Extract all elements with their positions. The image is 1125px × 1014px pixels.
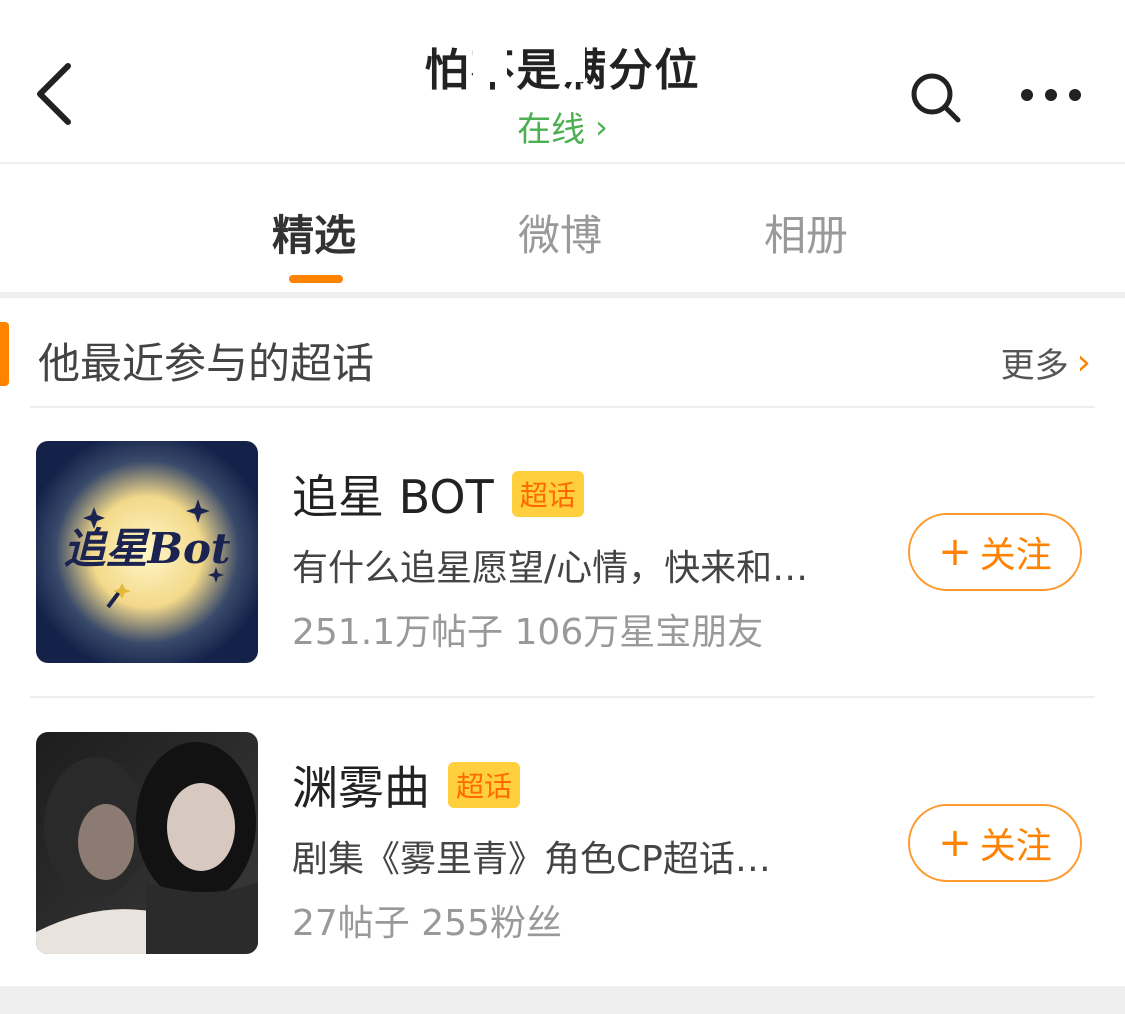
topic-description: 剧集《雾里青》角色CP超话… <box>292 839 771 880</box>
section-title: 他最近参与的超话 <box>38 339 375 388</box>
online-status[interactable]: 在线 › <box>517 102 608 151</box>
topic-stats: 27帖子 255粉丝 <box>292 903 562 944</box>
active-tab-indicator <box>289 275 343 283</box>
thumb-text: 追星Bot <box>64 524 231 573</box>
topic-name-label: 渊雾曲 <box>292 761 430 815</box>
topic-stats: 251.1万帖子 106万星宝朋友 <box>292 612 764 653</box>
chevron-right-icon: › <box>595 107 608 146</box>
back-icon[interactable] <box>28 58 84 130</box>
section-accent-bar <box>0 322 9 386</box>
topic-avatar[interactable] <box>36 732 258 954</box>
bot-logo-image: 追星Bot <box>36 441 258 663</box>
tab-bar: 精选 微博 相册 <box>0 164 1125 298</box>
online-status-label: 在线 <box>517 110 586 150</box>
search-icon[interactable] <box>908 70 964 126</box>
chevron-right-icon: › <box>1076 342 1091 383</box>
redaction-mask <box>554 38 585 82</box>
follow-label: 关注 <box>979 535 1052 576</box>
plus-icon: + <box>938 529 972 575</box>
topic-name-label: 追星 BOT <box>292 470 494 524</box>
plus-icon: + <box>938 820 972 866</box>
divider <box>30 696 1095 698</box>
more-link[interactable]: 更多 › <box>1001 338 1091 387</box>
super-topics-section: 他最近参与的超话 更多 › 追星Bot 追星 BOT 超话 有什么追星愿望/心情… <box>0 298 1125 988</box>
top-bar: 怕不是满分位 在线 › <box>0 0 1125 164</box>
topic-name[interactable]: 追星 BOT 超话 <box>292 461 584 527</box>
redaction-mask <box>472 38 507 82</box>
divider <box>30 406 1095 408</box>
super-topic-badge: 超话 <box>448 762 521 808</box>
more-link-label: 更多 <box>1000 346 1069 386</box>
follow-label: 关注 <box>979 826 1052 867</box>
super-topic-badge: 超话 <box>511 471 584 517</box>
topic-avatar[interactable]: 追星Bot <box>36 441 258 663</box>
topic-name[interactable]: 渊雾曲 超话 <box>292 752 521 818</box>
follow-button[interactable]: + 关注 <box>908 804 1082 882</box>
topic-description: 有什么追星愿望/心情，快来和… <box>292 548 809 589</box>
tab-album[interactable]: 相册 <box>764 202 848 263</box>
tab-featured[interactable]: 精选 <box>272 202 356 263</box>
drama-poster-image <box>36 732 258 954</box>
title-area: 怕不是满分位 在线 › <box>300 34 825 151</box>
list-item[interactable]: 追星Bot 追星 BOT 超话 有什么追星愿望/心情，快来和… 251.1万帖子… <box>0 441 1125 663</box>
list-item[interactable]: 渊雾曲 超话 剧集《雾里青》角色CP超话… 27帖子 255粉丝 + 关注 <box>0 732 1125 954</box>
tab-weibo[interactable]: 微博 <box>518 202 602 263</box>
follow-button[interactable]: + 关注 <box>908 513 1082 591</box>
more-icon[interactable] <box>1020 88 1082 102</box>
section-gap <box>0 986 1125 1014</box>
